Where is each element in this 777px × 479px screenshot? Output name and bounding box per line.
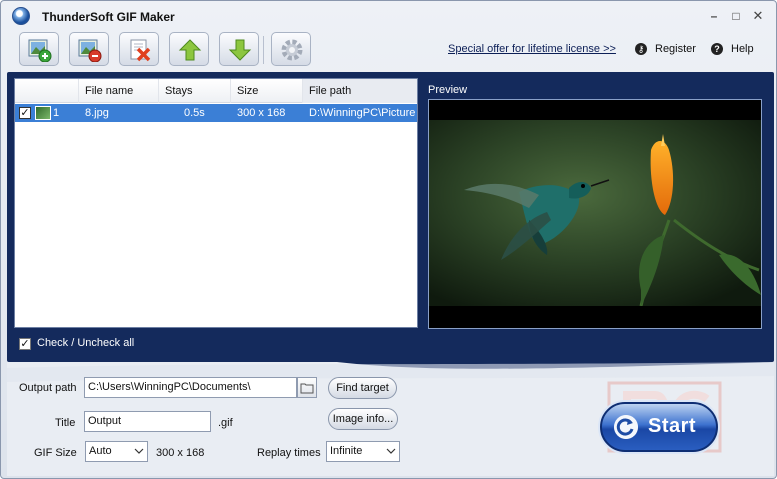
help-icon: ? xyxy=(711,43,723,55)
gif-extension-label: .gif xyxy=(218,417,233,429)
move-up-button[interactable] xyxy=(169,32,209,66)
maximize-button[interactable]: □ xyxy=(728,9,744,23)
gif-size-label: GIF Size xyxy=(34,447,77,459)
close-button[interactable]: ✕ xyxy=(750,9,766,23)
remove-image-icon xyxy=(78,39,102,62)
toolbar-separator xyxy=(263,36,264,64)
chevron-down-icon xyxy=(134,448,144,454)
add-image-button[interactable] xyxy=(19,32,59,66)
gif-dimensions: 300 x 168 xyxy=(156,447,205,459)
preview-image xyxy=(429,120,761,306)
column-header-file-path[interactable]: File path xyxy=(303,79,417,103)
clear-list-button[interactable] xyxy=(119,32,159,66)
row-thumbnail xyxy=(35,106,51,120)
output-path-label: Output path xyxy=(19,382,77,394)
app-title: ThunderSoft GIF Maker xyxy=(42,10,175,24)
start-label: Start xyxy=(648,415,697,437)
check-all-checkbox[interactable]: ✓ xyxy=(19,338,31,350)
move-up-icon xyxy=(178,39,202,61)
list-header: File name Stays Size File path xyxy=(15,79,417,103)
image-info-button[interactable]: Image info... xyxy=(328,408,398,430)
settings-gear-icon xyxy=(281,39,303,61)
preview-pane xyxy=(428,99,762,329)
title-label: Title xyxy=(55,417,76,429)
check-all-label: Check / Uncheck all xyxy=(37,337,135,349)
row-size: 300 x 168 xyxy=(237,107,286,119)
replay-times-select[interactable]: Infinite xyxy=(326,441,400,462)
key-icon: ⚷ xyxy=(635,43,647,55)
output-settings-panel: Output path C:\Users\WinningPC\Documents… xyxy=(7,362,774,476)
row-index: 1 xyxy=(53,107,60,119)
row-file-name: 8.jpg xyxy=(85,107,109,119)
start-button[interactable]: Start xyxy=(600,402,718,452)
folder-icon xyxy=(300,383,314,394)
special-offer-link[interactable]: Special offer for lifetime license >> xyxy=(448,43,616,55)
replay-times-label: Replay times xyxy=(257,447,321,459)
preview-label: Preview xyxy=(428,84,468,96)
find-target-button[interactable]: Find target xyxy=(328,377,397,399)
title-field[interactable]: Output xyxy=(84,411,211,432)
browse-folder-button[interactable] xyxy=(297,377,317,398)
chevron-down-icon xyxy=(386,448,396,454)
column-header-check[interactable] xyxy=(15,79,79,103)
gif-size-select[interactable]: Auto xyxy=(85,441,148,462)
column-header-stays[interactable]: Stays xyxy=(159,79,231,103)
title-bar: ThunderSoft GIF Maker – □ ✕ xyxy=(1,1,776,31)
output-path-field[interactable]: C:\Users\WinningPC\Documents\ xyxy=(84,377,297,398)
help-label: Help xyxy=(731,43,754,55)
table-row[interactable]: ✓ 1 8.jpg 0.5s 300 x 168 D:\WinningPC\Pi… xyxy=(15,104,417,122)
gif-size-value: Auto xyxy=(89,445,112,457)
row-stays[interactable]: 0.5s xyxy=(184,104,205,122)
clear-list-icon xyxy=(130,39,151,62)
app-logo-icon xyxy=(12,7,30,25)
replay-times-value: Infinite xyxy=(330,445,363,457)
settings-button[interactable] xyxy=(271,32,311,66)
move-down-button[interactable] xyxy=(219,32,259,66)
main-panel: File name Stays Size File path ✓ 1 8.jpg… xyxy=(7,72,774,362)
refresh-icon xyxy=(614,415,638,439)
file-list[interactable]: File name Stays Size File path ✓ 1 8.jpg… xyxy=(14,78,418,328)
row-checkbox[interactable]: ✓ xyxy=(19,107,31,119)
row-file-path: D:\WinningPC\Picture\ xyxy=(309,107,415,119)
column-header-file-name[interactable]: File name xyxy=(79,79,159,103)
remove-image-button[interactable] xyxy=(69,32,109,66)
add-image-icon xyxy=(28,39,52,62)
register-label: Register xyxy=(655,43,696,55)
move-down-icon xyxy=(228,39,252,61)
minimize-button[interactable]: – xyxy=(706,9,722,23)
app-window: ThunderSoft GIF Maker – □ ✕ Special offe… xyxy=(0,0,777,479)
column-header-size[interactable]: Size xyxy=(231,79,303,103)
